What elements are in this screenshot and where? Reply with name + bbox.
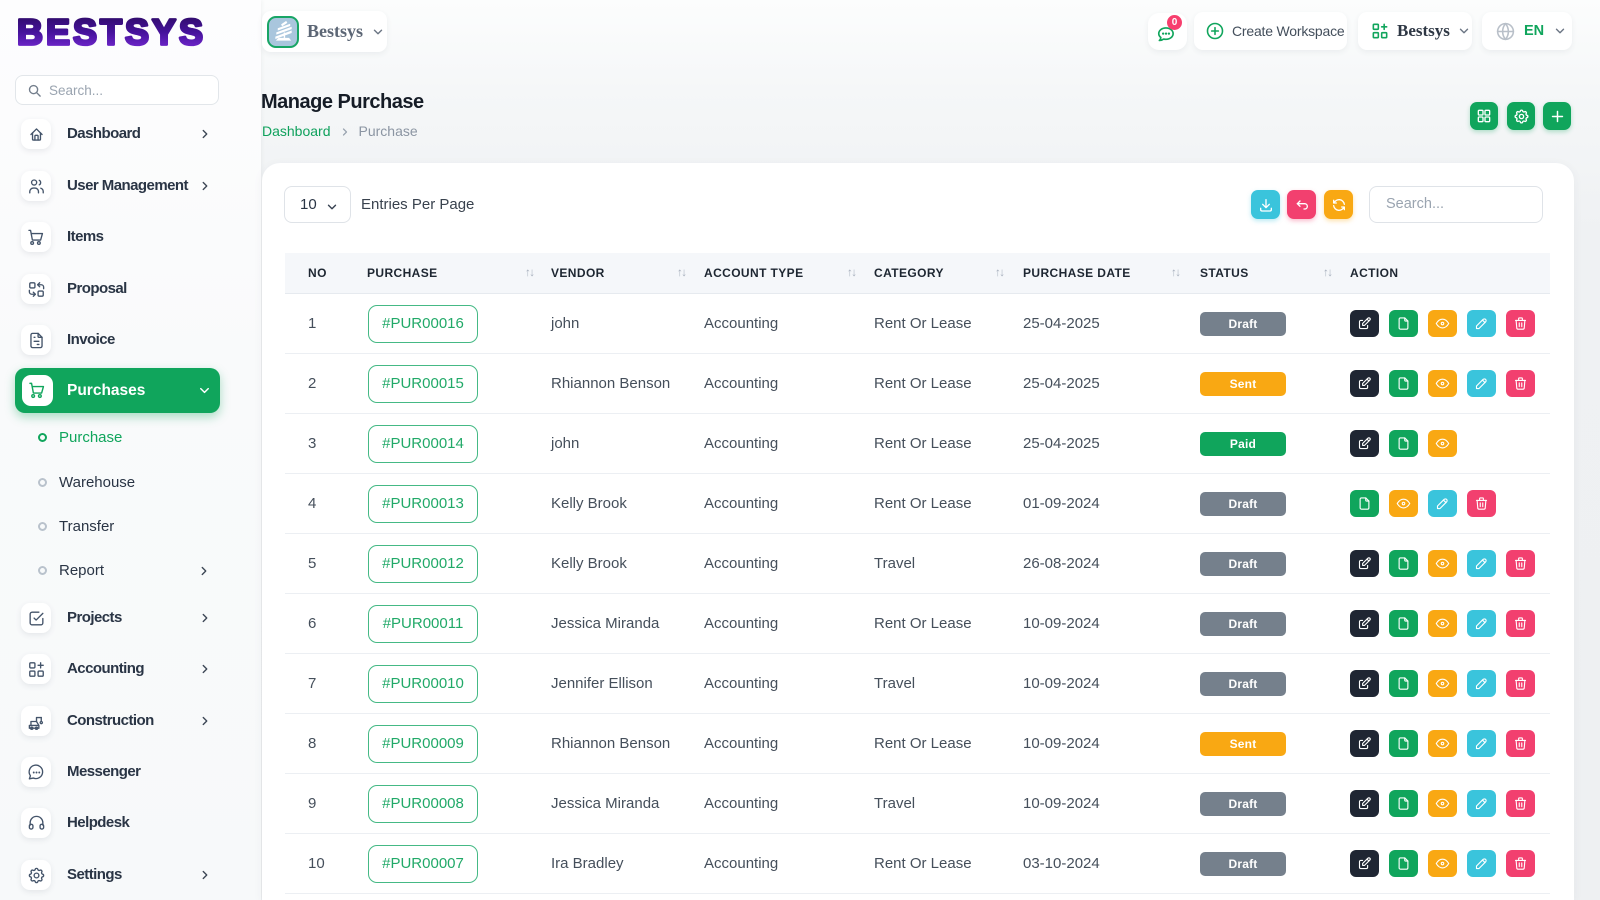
svg-text:BESTSYS: BESTSYS <box>17 13 206 53</box>
